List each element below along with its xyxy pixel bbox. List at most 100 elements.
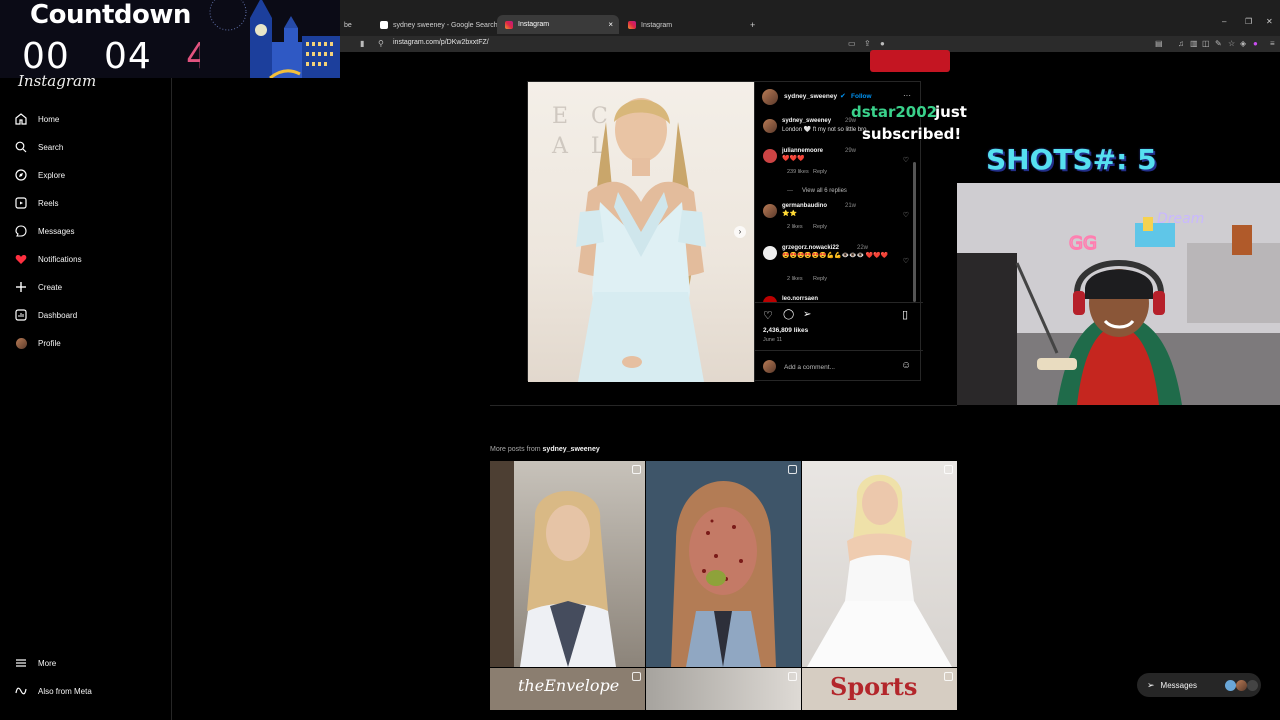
- avatar[interactable]: [763, 204, 777, 218]
- sidebar-item-messages[interactable]: Messages: [14, 223, 74, 239]
- plus-icon: [14, 280, 28, 294]
- comment-time: 22w: [857, 245, 869, 251]
- grid-post[interactable]: [646, 461, 801, 667]
- post-date: June 11: [763, 337, 783, 343]
- next-image-icon[interactable]: ›: [734, 226, 746, 238]
- comment: grzegorz.nowacki22 22w 😍😍😍😍😍😍💪💪👁️👁️👁️ ❤️…: [763, 245, 915, 282]
- carousel-icon: [944, 672, 953, 681]
- comment-text: ⭐⭐: [782, 211, 797, 217]
- grid-post[interactable]: [646, 668, 801, 710]
- comment-icon[interactable]: ◯: [783, 309, 794, 320]
- comment-username[interactable]: sydney_sweeney: [782, 118, 831, 124]
- avatar[interactable]: [763, 119, 777, 133]
- sidebar-item-search[interactable]: Search: [14, 139, 63, 155]
- section-divider: [490, 405, 957, 406]
- share-icon[interactable]: ➢: [803, 309, 811, 320]
- instagram-icon: [505, 20, 513, 29]
- messages-pill[interactable]: ➢ Messages: [1137, 673, 1261, 697]
- reply-button[interactable]: Reply: [813, 276, 827, 282]
- instagram-icon: [628, 21, 636, 29]
- sidebar-item-create[interactable]: Create: [14, 279, 62, 295]
- sidebar-item-home[interactable]: Home: [14, 111, 59, 127]
- messages-pill-label: Messages: [1160, 680, 1198, 690]
- view-replies[interactable]: — View all 6 replies: [763, 188, 915, 198]
- verified-icon: ✔: [840, 93, 846, 100]
- comment: germanbaudino 21w ⭐⭐ 2 likes Reply ♡: [763, 203, 915, 237]
- sidebar-item-label: Explore: [38, 170, 66, 180]
- search-icon: [14, 140, 28, 154]
- bookmark-icon[interactable]: ▮: [360, 38, 364, 50]
- like-comment-icon[interactable]: ♡: [903, 156, 909, 164]
- more-posts-username[interactable]: sydney_sweeney: [543, 446, 600, 453]
- likes-count[interactable]: 2,436,809 likes: [763, 327, 808, 334]
- sidebar-item-more[interactable]: More: [14, 655, 56, 671]
- comment-username[interactable]: germanbaudino: [782, 203, 827, 209]
- pin-icon[interactable]: ✎: [1215, 38, 1222, 50]
- post-author-username[interactable]: sydney_sweeney: [784, 93, 837, 100]
- music-icon[interactable]: ♫: [1178, 38, 1184, 50]
- more-options-icon[interactable]: ···: [903, 91, 911, 100]
- like-icon[interactable]: ♡: [763, 309, 773, 322]
- reply-button[interactable]: Reply: [813, 169, 827, 175]
- add-comment-input[interactable]: Add a comment...: [784, 364, 835, 371]
- plus-icon: +: [750, 20, 756, 30]
- grid-post[interactable]: [802, 461, 957, 667]
- sidebar-item-also-from-meta[interactable]: Also from Meta: [14, 683, 92, 699]
- alert-badge: [870, 50, 950, 72]
- meta-icon: [14, 684, 28, 698]
- shield-icon[interactable]: ◈: [1240, 38, 1246, 50]
- avatar[interactable]: [763, 149, 777, 163]
- pip-icon[interactable]: ◫: [1202, 38, 1210, 50]
- shots-counter: SHOTS#: 5: [986, 143, 1157, 176]
- menu-icon[interactable]: ≡: [1270, 38, 1275, 50]
- comment-username[interactable]: grzegorz.nowacki22: [782, 245, 839, 251]
- comments-scrollbar[interactable]: [913, 162, 916, 302]
- tab-instagram[interactable]: Instagram: [620, 17, 680, 33]
- star-icon[interactable]: ☆: [1228, 38, 1235, 50]
- grid-post[interactable]: Sports: [802, 668, 957, 710]
- close-tab-icon[interactable]: ×: [608, 20, 613, 29]
- sidebar-item-profile[interactable]: Profile: [14, 335, 61, 351]
- tab-google-search[interactable]: sydney sweeney - Google Search: [372, 17, 506, 33]
- like-comment-icon[interactable]: ♡: [903, 257, 909, 265]
- save-icon[interactable]: ▯: [902, 308, 908, 321]
- follow-button[interactable]: Follow: [851, 93, 872, 100]
- avatar[interactable]: [763, 246, 777, 260]
- carousel-icon: [788, 672, 797, 681]
- sidebar-item-reels[interactable]: Reels: [14, 195, 58, 211]
- comment-username[interactable]: juliannemoore: [782, 148, 823, 154]
- share-icon[interactable]: ⇪: [864, 38, 871, 50]
- profile-icon[interactable]: ●: [1253, 38, 1258, 50]
- url-field[interactable]: instagram.com/p/DKw2bxxtFZ/: [393, 39, 489, 46]
- grid-post[interactable]: theEnvelope: [490, 668, 645, 710]
- sidebar-item-dashboard[interactable]: Dashboard: [14, 307, 77, 323]
- like-comment-icon[interactable]: ♡: [903, 211, 909, 219]
- comment-time: 29w: [845, 148, 857, 154]
- reply-button[interactable]: Reply: [813, 224, 827, 230]
- restore-icon[interactable]: ❐: [1245, 17, 1252, 26]
- avatar: [1247, 679, 1259, 691]
- tab-instagram-active[interactable]: Instagram ×: [497, 15, 619, 34]
- screen-icon[interactable]: ▭: [848, 38, 856, 50]
- post-image[interactable]: E C A L ›: [528, 82, 754, 382]
- sidebar-icon[interactable]: ▤: [1155, 38, 1163, 50]
- instagram-logo[interactable]: Instagram: [18, 72, 96, 90]
- sidebar-item-label: Dashboard: [38, 310, 78, 320]
- tab-label: sydney sweeney - Google Search: [393, 21, 498, 29]
- emoji-icon[interactable]: ☺: [901, 360, 911, 371]
- sidebar-item-label: Notifications: [38, 254, 82, 264]
- menu-icon: [14, 656, 28, 670]
- new-tab-button[interactable]: +: [742, 17, 763, 33]
- alert-text: just: [935, 103, 967, 121]
- extension-icon[interactable]: ●: [880, 38, 885, 50]
- site-info-icon[interactable]: ⚲: [378, 38, 384, 50]
- minimize-icon[interactable]: –: [1222, 17, 1226, 26]
- reader-icon[interactable]: ▥: [1190, 38, 1198, 50]
- sidebar-item-explore[interactable]: Explore: [14, 167, 65, 183]
- close-window-icon[interactable]: ✕: [1266, 17, 1273, 26]
- grid-post[interactable]: [490, 461, 645, 667]
- comment: leo.norrsaen: [763, 295, 915, 302]
- post-author-avatar[interactable]: [762, 89, 778, 105]
- sidebar-item-notifications[interactable]: Notifications: [14, 251, 82, 267]
- carousel-icon: [632, 672, 641, 681]
